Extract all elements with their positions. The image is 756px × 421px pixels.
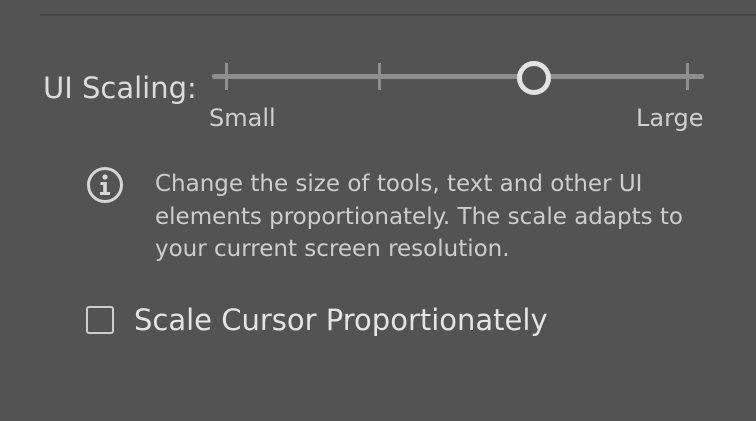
ui-scaling-slider[interactable]: [212, 60, 704, 95]
scale-cursor-option[interactable]: Scale Cursor Proportionately: [86, 300, 548, 340]
slider-tick-2[interactable]: [378, 63, 381, 90]
slider-tick-large[interactable]: [686, 63, 689, 90]
ui-scaling-label: UI Scaling:: [43, 71, 197, 105]
slider-track[interactable]: [212, 74, 704, 79]
scale-cursor-label[interactable]: Scale Cursor Proportionately: [134, 300, 548, 340]
slider-max-label: Large: [636, 104, 704, 132]
slider-tick-small[interactable]: [225, 63, 228, 90]
ui-scaling-description: Change the size of tools, text and other…: [155, 171, 684, 262]
slider-thumb[interactable]: [517, 61, 551, 95]
info-icon: [86, 166, 124, 204]
slider-min-label: Small: [209, 104, 276, 132]
scale-cursor-checkbox[interactable]: [86, 306, 114, 334]
top-divider: [40, 14, 756, 16]
